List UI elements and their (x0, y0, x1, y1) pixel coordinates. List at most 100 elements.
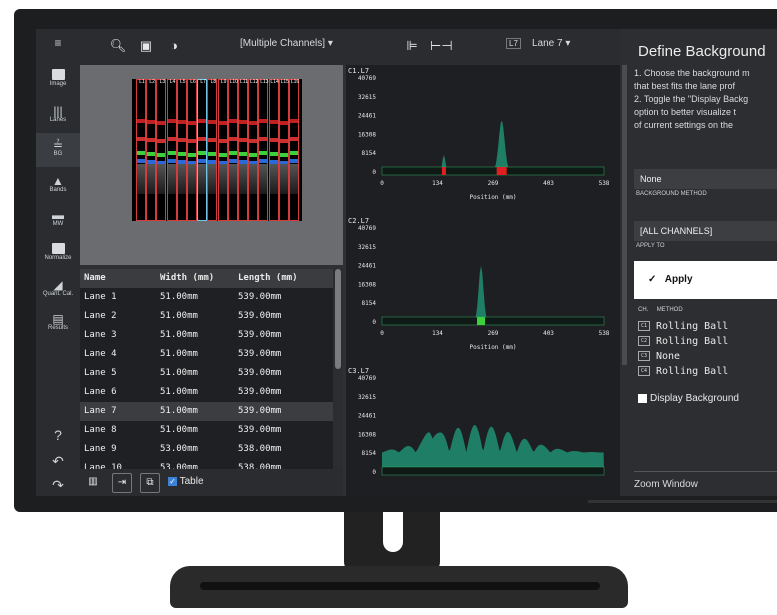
background-method-select[interactable]: None (634, 169, 777, 189)
table-row[interactable]: Lane 2 51.00mm 539.00mm (80, 307, 333, 326)
gel-lane[interactable]: L5 (176, 79, 187, 221)
gel-lane[interactable]: L14 (268, 79, 279, 221)
sidebar-item-image[interactable]: Image (36, 69, 80, 87)
table-row[interactable]: Lane 1 51.00mm 539.00mm (80, 288, 333, 307)
table-cell: 539.00mm (238, 368, 282, 378)
scroll-thumb[interactable] (335, 269, 341, 369)
undo-button[interactable]: ↶ (36, 453, 80, 470)
lane-select[interactable]: Lane 7 ▾ (532, 38, 570, 49)
gel-lane[interactable]: L7 (197, 79, 208, 221)
gel-smear (249, 164, 258, 194)
gel-band (157, 139, 166, 143)
zoom-window-section[interactable]: Zoom Window (634, 479, 698, 490)
apply-to-select[interactable]: [ALL CHANNELS] (634, 221, 777, 241)
header-length[interactable]: Length (mm) (238, 269, 298, 288)
y-tick-label: 32615 (358, 94, 376, 101)
methods-header: CH. METHOD (638, 307, 683, 313)
gel-band (249, 139, 258, 143)
table-row[interactable]: Lane 9 53.00mm 538.00mm (80, 440, 333, 459)
channel-chip: C2 (638, 336, 650, 346)
table-row[interactable]: Lane 4 51.00mm 539.00mm (80, 345, 333, 364)
gel-lane[interactable]: L15 (278, 79, 289, 221)
header-width[interactable]: Width (mm) (160, 269, 214, 288)
gel-image-panel[interactable]: L1 L2 L3 L4 L5 L6 L7 L8 L9 L10 L11 L12 L13 L14 L15 L16 (80, 65, 343, 265)
gel-lane[interactable]: L12 (248, 79, 258, 221)
columns-button[interactable]: ▥ (84, 473, 102, 491)
contrast-button[interactable]: ◑ (164, 37, 184, 55)
display-background-toggle[interactable]: Display Background (638, 393, 739, 404)
gel-band (218, 121, 227, 125)
table-row[interactable]: Lane 8 51.00mm 539.00mm (80, 421, 333, 440)
gel-band (259, 119, 268, 123)
table-cell: Lane 8 (84, 425, 117, 435)
menu-button[interactable]: ≡ (36, 37, 80, 49)
export-button[interactable]: ⇥ (112, 473, 132, 493)
checkbox-checked-icon[interactable]: ✓ (168, 476, 177, 486)
gel-band (228, 137, 237, 141)
x-tick-label: 403 (543, 330, 554, 337)
band-marker (477, 317, 486, 325)
gel-lane[interactable]: L11 (238, 79, 248, 221)
width-button[interactable]: ⊢⊣ (430, 37, 453, 55)
x-tick-label: 538 (599, 180, 610, 187)
gel-lane[interactable]: L2 (146, 79, 157, 221)
image-icon: ▣ (139, 38, 153, 53)
gel-band (147, 152, 156, 156)
table-scrollbar[interactable] (333, 269, 343, 469)
chart-channel-tag: C1.L7 (348, 67, 369, 75)
redo-button[interactable]: ↷ (36, 477, 80, 494)
profile-area (382, 265, 604, 321)
gel-band (218, 153, 227, 157)
gel-lane[interactable]: L4 (166, 79, 177, 221)
gel-lane[interactable]: L3 (156, 79, 167, 221)
y-tick-label: 24461 (358, 263, 376, 270)
gel-image[interactable]: L1 L2 L3 L4 L5 L6 L7 L8 L9 L10 L11 L12 L13 L14 L15 L16 (132, 79, 302, 221)
table-cell: 53.00mm (160, 463, 198, 469)
gel-lane[interactable]: L6 (187, 79, 197, 221)
channel-chip: C1 (638, 321, 650, 331)
sidebar-item-results[interactable]: ▤ Results (36, 313, 80, 331)
gel-band (157, 153, 166, 157)
sidebar-item-lanes[interactable]: ||| Lanes (36, 105, 80, 123)
sidebar-item-bg[interactable]: ≟ BG (36, 133, 80, 167)
right-panel-scrollbar[interactable] (622, 65, 627, 365)
profile-chart-c2[interactable]: C2.L7 40769 32615 24461 16308 8154 0 0 134 269 403… (346, 215, 620, 365)
table-row[interactable]: Lane 5 51.00mm 539.00mm (80, 364, 333, 383)
image-view-button[interactable]: ▣ (136, 37, 156, 55)
profile-chart-c3[interactable]: C3.L7 40769 32615 24461 16308 8154 0 (346, 365, 620, 496)
gel-lane[interactable]: L8 (207, 79, 218, 221)
gel-smear (167, 164, 176, 194)
sidebar-item-normalize[interactable]: Normalize (36, 243, 80, 261)
align-button[interactable]: ⊫ (402, 37, 422, 55)
sidebar-item-bands[interactable]: ▲ Bands (36, 175, 80, 193)
sidebar-item-mw[interactable]: ▬ MW (36, 209, 80, 227)
header-name[interactable]: Name (84, 269, 106, 288)
gel-smear (188, 164, 196, 194)
zoom-button[interactable]: 🔍︎ (108, 37, 128, 55)
table-toggle[interactable]: ✓ Table (168, 476, 204, 487)
sidebar-item-label: Lanes (49, 117, 67, 123)
gel-lane[interactable]: L10 (227, 79, 238, 221)
gel-lane[interactable]: L13 (258, 79, 269, 221)
toolbar: 🔍︎ ▣ ◑ [Multiple Channels] ▾ ⊫ ⊢⊣ L7 Lan… (80, 29, 620, 65)
help-button[interactable]: ? (36, 427, 80, 443)
gel-lane-label: L16 (290, 79, 300, 85)
gel-smear (279, 164, 288, 194)
gel-lane[interactable]: L9 (217, 79, 228, 221)
gel-lane[interactable]: L16 (289, 79, 299, 221)
copy-button[interactable]: ⧉ (140, 473, 160, 493)
gel-lane[interactable]: L1 (136, 79, 146, 221)
checkbox-unchecked-icon[interactable] (638, 393, 647, 403)
profile-chart-c1[interactable]: C1.L7 40769 32615 24461 16308 8154 0 0 134 269 403… (346, 65, 620, 215)
table-row[interactable]: Lane 6 51.00mm 539.00mm (80, 383, 333, 402)
lane-profile-charts: C1.L7 40769 32615 24461 16308 8154 0 0 134 269 403… (346, 65, 620, 496)
channels-select[interactable]: [Multiple Channels] ▾ (240, 38, 333, 49)
redo-icon: ↷ (52, 477, 64, 493)
table-row[interactable]: Lane 10 53.00mm 538.00mm (80, 459, 333, 469)
apply-button[interactable]: ✓ Apply (634, 261, 777, 299)
method-value: Rolling Ball (656, 366, 729, 377)
table-row[interactable]: Lane 3 51.00mm 539.00mm (80, 326, 333, 345)
table-row[interactable]: Lane 7 51.00mm 539.00mm (80, 402, 333, 421)
y-tick-label: 24461 (358, 413, 376, 420)
sidebar-item-quant-cal[interactable]: ◢ Quant. Cal. (36, 279, 80, 297)
